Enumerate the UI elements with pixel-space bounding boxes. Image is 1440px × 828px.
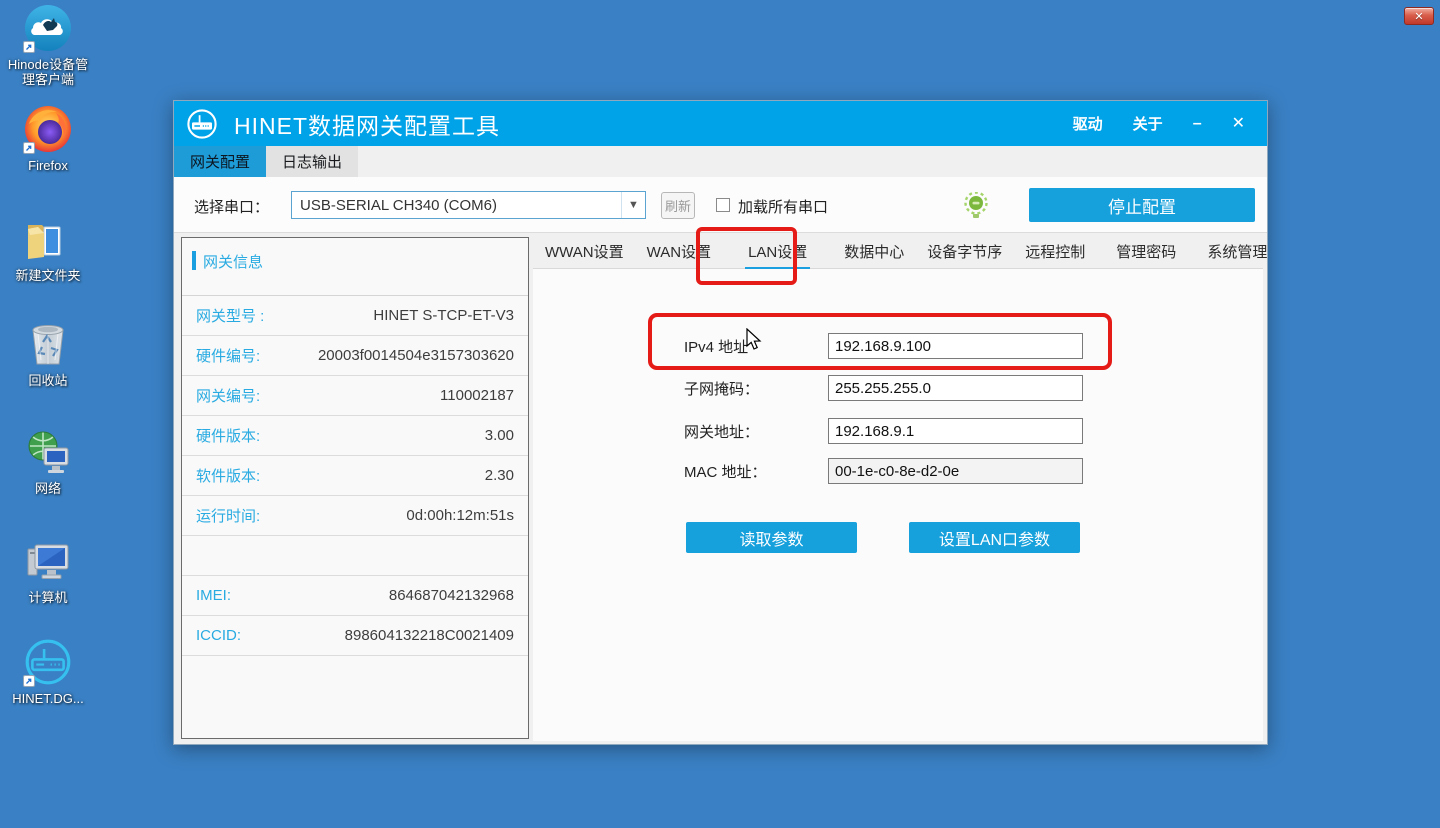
chevron-down-icon: ▼ xyxy=(621,192,645,218)
stop-config-button[interactable]: 停止配置 xyxy=(1029,188,1255,222)
gateway-info-title: 网关信息 xyxy=(203,251,263,272)
desktop-icon-label: Hinode设备管理客户端 xyxy=(2,57,94,87)
desktop-icon-label: 计算机 xyxy=(28,590,67,605)
hinode-cloud-icon xyxy=(22,2,74,54)
desktop-icon-network[interactable]: 网络 xyxy=(0,426,96,496)
ipv4-row: IPv4 地址 xyxy=(533,333,1263,359)
hinet-router-icon xyxy=(22,636,74,688)
desktop-icon-label: 回收站 xyxy=(28,373,67,388)
info-row-model: 网关型号 : HINET S-TCP-ET-V3 xyxy=(182,296,528,336)
mac-input[interactable] xyxy=(828,458,1083,484)
close-icon: ✕ xyxy=(1414,10,1423,23)
gateway-info-header: 网关信息 xyxy=(182,238,528,296)
ipv4-label: IPv4 地址 xyxy=(684,336,748,357)
load-all-ports-checkbox[interactable] xyxy=(716,198,730,212)
serial-toolbar: 选择串口： USB-SERIAL CH340 (COM6) ▼ 刷新 加载所有串… xyxy=(174,177,1267,233)
folder-icon xyxy=(22,213,74,265)
shortcut-arrow-icon xyxy=(23,41,35,53)
driver-menu-button[interactable]: 驱动 xyxy=(1073,113,1103,134)
ipv4-input[interactable] xyxy=(828,333,1083,359)
desktop-icon-hinode-client[interactable]: Hinode设备管理客户端 xyxy=(0,2,96,87)
info-row-hw-version: 硬件版本: 3.00 xyxy=(182,416,528,456)
status-bulb-icon xyxy=(964,192,988,220)
shortcut-arrow-icon xyxy=(23,675,35,687)
refresh-button[interactable]: 刷新 xyxy=(661,192,695,219)
desktop-icon-firefox[interactable]: Firefox xyxy=(0,103,96,173)
tab-system[interactable]: 系统管理 xyxy=(1198,236,1276,270)
titlebar: HINET数据网关配置工具 驱动 关于 – ✕ xyxy=(174,101,1267,146)
desktop-icon-hinet-shortcut[interactable]: HINET.DG... xyxy=(0,636,96,706)
accent-bar xyxy=(192,251,196,270)
tab-wwan[interactable]: WWAN设置 xyxy=(536,236,633,270)
info-row-imei: IMEI: 864687042132968 xyxy=(182,576,528,616)
shortcut-arrow-icon xyxy=(23,142,35,154)
recycle-bin-icon xyxy=(22,318,74,370)
info-row-empty xyxy=(182,536,528,576)
info-row-sw-version: 软件版本: 2.30 xyxy=(182,456,528,496)
desktop-icon-recycle-bin[interactable]: 回收站 xyxy=(0,318,96,388)
read-params-button[interactable]: 读取参数 xyxy=(686,522,857,553)
info-row-iccid: ICCID: 898604132218C0021409 xyxy=(182,616,528,656)
gateway-input[interactable] xyxy=(828,418,1083,444)
set-lan-params-button[interactable]: 设置LAN口参数 xyxy=(909,522,1080,553)
netmask-input[interactable] xyxy=(828,375,1083,401)
desktop-icon-label: 网络 xyxy=(35,481,61,496)
about-menu-button[interactable]: 关于 xyxy=(1133,113,1163,134)
gateway-row: 网关地址： xyxy=(533,418,1263,444)
info-row-hw-id: 硬件编号: 20003f0014504e3157303620 xyxy=(182,336,528,376)
gateway-info-panel: 网关信息 网关型号 : HINET S-TCP-ET-V3 硬件编号: 2000… xyxy=(181,237,529,739)
tab-gateway-config[interactable]: 网关配置 xyxy=(174,146,266,177)
desktop-icon-label: HINET.DG... xyxy=(12,691,84,706)
computer-icon xyxy=(22,535,74,587)
window-title: HINET数据网关配置工具 xyxy=(234,107,500,141)
lan-settings-form: IPv4 地址 子网掩码： 网关地址： MAC 地址： xyxy=(533,269,1263,741)
load-all-ports-label: 加载所有串口 xyxy=(738,196,828,217)
mac-label: MAC 地址： xyxy=(684,461,767,482)
tab-endianness[interactable]: 设备字节序 xyxy=(918,236,1011,270)
settings-region: WWAN设置 WAN设置 LAN设置 数据中心 设备字节序 远程控制 管理密码 … xyxy=(533,237,1263,741)
netmask-row: 子网掩码： xyxy=(533,375,1263,401)
desktop-icon-label: 新建文件夹 xyxy=(15,268,80,283)
session-close-button[interactable]: ✕ xyxy=(1404,7,1434,25)
firefox-icon xyxy=(22,103,74,155)
tab-remote-control[interactable]: 远程控制 xyxy=(1016,236,1094,270)
settings-tabbar: WWAN设置 WAN设置 LAN设置 数据中心 设备字节序 远程控制 管理密码 … xyxy=(533,237,1263,269)
tab-log-output[interactable]: 日志输出 xyxy=(266,146,358,177)
desktop-icon-computer[interactable]: 计算机 xyxy=(0,535,96,605)
gateway-label: 网关地址： xyxy=(684,421,759,442)
minimize-button[interactable]: – xyxy=(1193,116,1202,132)
tab-lan[interactable]: LAN设置 xyxy=(739,236,816,270)
info-row-gw-id: 网关编号: 110002187 xyxy=(182,376,528,416)
info-row-uptime: 运行时间: 0d:00h:12m:51s xyxy=(182,496,528,536)
workarea: 网关信息 网关型号 : HINET S-TCP-ET-V3 硬件编号: 2000… xyxy=(174,233,1267,741)
tab-admin-password[interactable]: 管理密码 xyxy=(1107,236,1185,270)
network-globe-icon xyxy=(22,426,74,478)
app-window: HINET数据网关配置工具 驱动 关于 – ✕ 网关配置 日志输出 选择串口： … xyxy=(173,100,1268,745)
main-tabbar: 网关配置 日志输出 xyxy=(174,146,1267,177)
desktop-icon-label: Firefox xyxy=(28,158,68,173)
window-close-button[interactable]: ✕ xyxy=(1232,116,1245,132)
netmask-label: 子网掩码： xyxy=(684,378,759,399)
desktop-icon-new-folder[interactable]: 新建文件夹 xyxy=(0,213,96,283)
tab-datacenter[interactable]: 数据中心 xyxy=(835,236,913,270)
serial-port-value: USB-SERIAL CH340 (COM6) xyxy=(292,197,621,214)
desktop: Hinode设备管理客户端 Firefox xyxy=(0,0,1440,828)
app-router-icon xyxy=(186,108,218,140)
tab-wan[interactable]: WAN设置 xyxy=(638,236,720,270)
serial-port-label: 选择串口： xyxy=(194,196,269,217)
mac-row: MAC 地址： xyxy=(533,458,1263,484)
serial-port-select[interactable]: USB-SERIAL CH340 (COM6) ▼ xyxy=(291,191,646,219)
